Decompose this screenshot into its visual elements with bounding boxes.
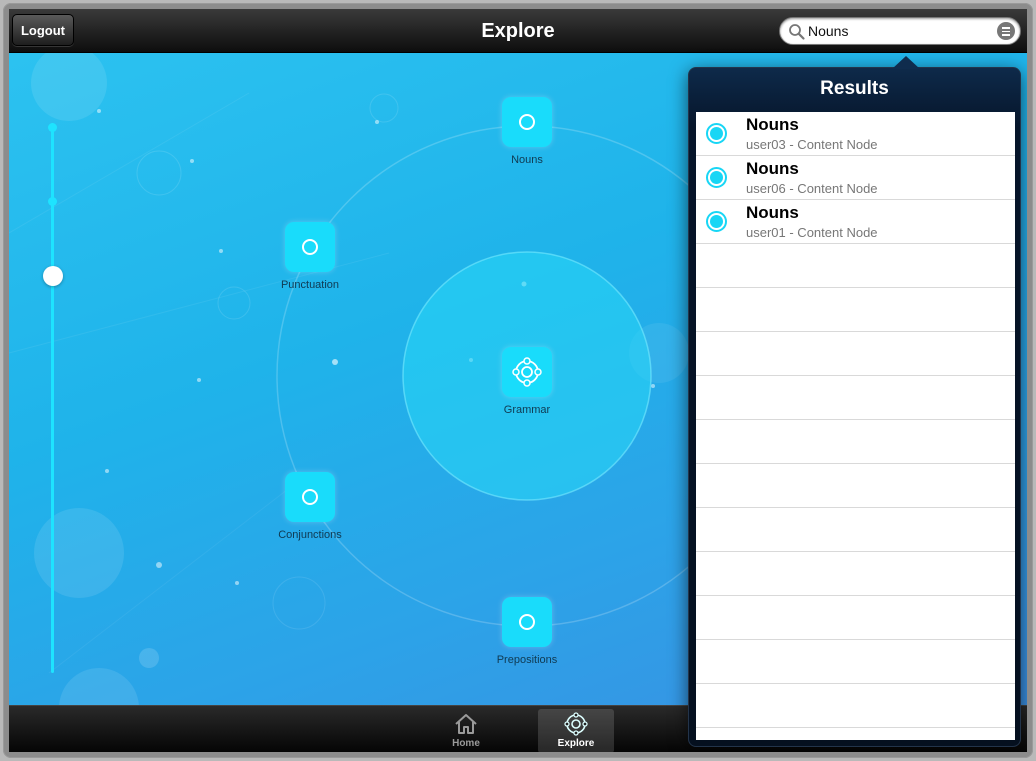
node-punctuation[interactable]: Punctuation <box>250 222 370 291</box>
node-label: Prepositions <box>496 654 558 666</box>
navigation-bar: Logout Explore <box>9 9 1027 53</box>
node-conjunctions[interactable]: Conjunctions <box>250 472 370 541</box>
home-icon <box>455 714 477 734</box>
result-row[interactable]: Nouns user03 - Content Node <box>696 112 1015 156</box>
zoom-slider-thumb[interactable] <box>43 266 63 286</box>
result-subtitle: user03 - Content Node <box>746 137 878 152</box>
result-title: Nouns <box>746 115 799 134</box>
node-circle-icon <box>302 239 318 255</box>
grammar-network-icon <box>512 357 542 387</box>
tab-explore[interactable]: Explore <box>538 709 614 752</box>
node-tile <box>285 222 335 272</box>
result-row[interactable]: Nouns user01 - Content Node <box>696 200 1015 244</box>
logout-button[interactable]: Logout <box>12 14 74 46</box>
content-node-icon <box>706 211 727 232</box>
node-grammar[interactable]: Grammar <box>467 347 587 416</box>
search-bar[interactable] <box>779 17 1021 45</box>
node-tile <box>502 597 552 647</box>
result-subtitle: user01 - Content Node <box>746 225 878 240</box>
node-tile <box>502 347 552 397</box>
content-node-icon <box>706 123 727 144</box>
result-subtitle: user06 - Content Node <box>746 181 878 196</box>
search-icon <box>789 24 805 40</box>
node-nouns[interactable]: Nouns <box>467 97 587 166</box>
device-frame: Logout Explore Nouns Nouns Punctuation G… <box>3 3 1033 758</box>
explore-icon <box>564 712 588 736</box>
node-tile <box>285 472 335 522</box>
node-label: Conjunctions <box>278 529 342 541</box>
node-circle-icon <box>302 489 318 505</box>
results-popover: Results Nouns user03 - Content Node Noun… <box>688 56 1021 747</box>
results-list[interactable]: Nouns user03 - Content Node Nouns user06… <box>696 112 1015 740</box>
search-input[interactable] <box>808 21 988 41</box>
node-label: Nouns <box>511 154 543 166</box>
node-label: Punctuation <box>280 279 340 291</box>
tab-home[interactable]: Home <box>428 709 504 752</box>
tab-label: Explore <box>557 738 595 749</box>
list-icon[interactable] <box>997 22 1015 40</box>
tab-label: Home <box>452 738 480 749</box>
node-label: Grammar <box>503 404 551 416</box>
zoom-slider-stop[interactable] <box>48 197 57 206</box>
zoom-slider-stop[interactable] <box>48 123 57 132</box>
node-prepositions[interactable]: Prepositions <box>467 597 587 666</box>
result-row[interactable]: Nouns user06 - Content Node <box>696 156 1015 200</box>
popover-title: Results <box>820 78 889 99</box>
app-screen: Logout Explore Nouns Nouns Punctuation G… <box>9 9 1027 752</box>
node-tile <box>502 97 552 147</box>
result-title: Nouns <box>746 159 799 178</box>
node-circle-icon <box>519 614 535 630</box>
node-circle-icon <box>519 114 535 130</box>
content-node-icon <box>706 167 727 188</box>
result-title: Nouns <box>746 203 799 222</box>
